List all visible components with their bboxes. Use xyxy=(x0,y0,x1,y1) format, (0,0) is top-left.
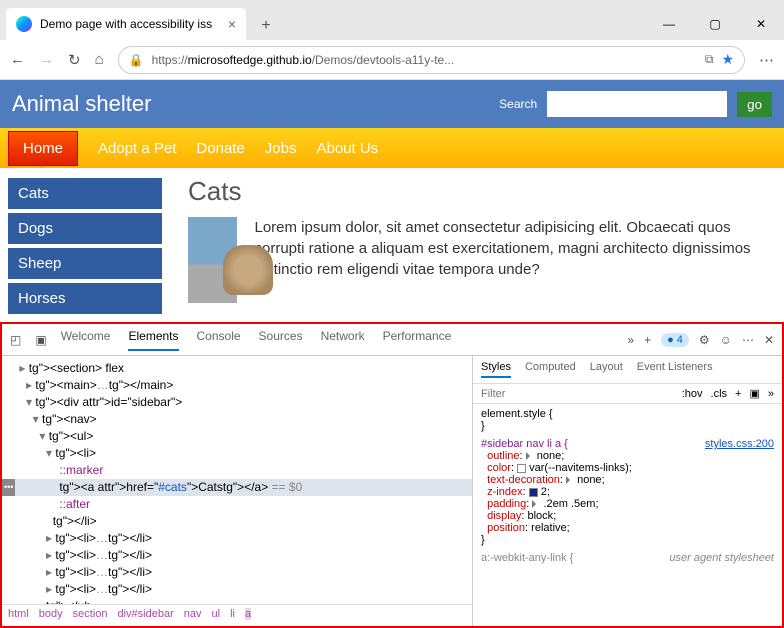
sidebar-item-cats[interactable]: Cats xyxy=(8,178,162,209)
styles-rules[interactable]: element.style {}#sidebar nav li a {style… xyxy=(473,404,782,626)
cat-image xyxy=(188,217,237,303)
maximize-button[interactable]: ▢ xyxy=(692,8,738,40)
sidebar-item-dogs[interactable]: Dogs xyxy=(8,213,162,244)
settings-icon[interactable]: ⚙ xyxy=(699,333,710,347)
new-tab-button[interactable]: + xyxy=(252,12,280,40)
crumb-ul[interactable]: ul xyxy=(212,608,221,620)
styles-tab-layout[interactable]: Layout xyxy=(590,361,623,378)
forward-button[interactable]: → xyxy=(39,51,54,68)
lock-icon: 🔒 xyxy=(129,53,144,67)
reader-icon[interactable]: ⧉ xyxy=(705,52,714,67)
new-panel-icon[interactable]: + xyxy=(644,333,651,347)
crumb-li[interactable]: li xyxy=(230,608,235,620)
feedback-icon[interactable]: ☺ xyxy=(720,333,732,347)
site-favicon xyxy=(16,16,32,32)
sidebar-item-sheep[interactable]: Sheep xyxy=(8,248,162,279)
computed-box-icon[interactable]: ▣ xyxy=(749,387,759,400)
search-label: Search xyxy=(499,97,537,111)
nav-about-us[interactable]: About Us xyxy=(316,140,378,157)
refresh-button[interactable]: ↻ xyxy=(68,51,81,69)
close-window-button[interactable]: ✕ xyxy=(738,8,784,40)
browser-tab[interactable]: Demo page with accessibility iss × xyxy=(6,8,246,40)
page-heading: Cats xyxy=(188,176,766,207)
crumb-a[interactable]: a xyxy=(245,608,251,620)
hov-toggle[interactable]: :hov xyxy=(682,388,703,400)
panel-tab-sources[interactable]: Sources xyxy=(259,329,303,351)
panel-tab-console[interactable]: Console xyxy=(197,329,241,351)
styles-filter-input[interactable] xyxy=(481,388,674,400)
home-button[interactable]: ⌂ xyxy=(95,51,104,68)
nav-home[interactable]: Home xyxy=(8,131,78,166)
close-tab-icon[interactable]: × xyxy=(228,16,236,32)
site-title: Animal shelter xyxy=(12,91,151,117)
cls-toggle[interactable]: .cls xyxy=(711,388,728,400)
menu-button[interactable]: ⋯ xyxy=(759,51,774,69)
crumb-div-sidebar[interactable]: div#sidebar xyxy=(118,608,174,620)
issues-badge[interactable]: ● 4 xyxy=(661,333,689,347)
nav-adopt-a-pet[interactable]: Adopt a Pet xyxy=(98,140,176,157)
crumb-body[interactable]: body xyxy=(39,608,63,620)
panel-tab-elements[interactable]: Elements xyxy=(128,329,178,351)
minimize-button[interactable]: — xyxy=(646,8,692,40)
new-style-icon[interactable]: + xyxy=(735,388,741,400)
inspect-icon[interactable]: ◰ xyxy=(10,333,21,347)
nav-jobs[interactable]: Jobs xyxy=(265,140,297,157)
tab-title: Demo page with accessibility iss xyxy=(40,17,220,31)
dom-tree[interactable]: ▸ tg"><section> flex ▸ tg"><main>…tg"></… xyxy=(2,356,472,604)
search-go-button[interactable]: go xyxy=(737,92,772,117)
url-text: https://microsoftedge.github.io/Demos/de… xyxy=(152,53,455,67)
favorite-icon[interactable]: ★ xyxy=(721,51,734,68)
article-body: Lorem ipsum dolor, sit amet consectetur … xyxy=(255,217,767,303)
crumb-section[interactable]: section xyxy=(73,608,108,620)
address-bar[interactable]: 🔒 https://microsoftedge.github.io/Demos/… xyxy=(118,46,745,74)
styles-tab-event-listeners[interactable]: Event Listeners xyxy=(637,361,713,378)
more-panels-icon[interactable]: » xyxy=(768,388,774,400)
sidebar-item-horses[interactable]: Horses xyxy=(8,283,162,314)
panel-tab-network[interactable]: Network xyxy=(321,329,365,351)
styles-tab-computed[interactable]: Computed xyxy=(525,361,576,378)
search-input[interactable] xyxy=(547,91,727,117)
close-devtools-icon[interactable]: ✕ xyxy=(764,333,774,347)
panel-tab-welcome[interactable]: Welcome xyxy=(61,329,111,351)
more-tabs-icon[interactable]: » xyxy=(627,333,634,347)
panel-tab-performance[interactable]: Performance xyxy=(383,329,452,351)
breadcrumb[interactable]: html body section div#sidebar navullia xyxy=(2,604,472,626)
back-button[interactable]: ← xyxy=(10,51,25,68)
crumb-html[interactable]: html xyxy=(8,608,29,620)
styles-tab-styles[interactable]: Styles xyxy=(481,361,511,378)
crumb-nav[interactable]: nav xyxy=(184,608,202,620)
nav-donate[interactable]: Donate xyxy=(196,140,244,157)
device-icon[interactable]: ▣ xyxy=(35,333,46,347)
more-icon[interactable]: ⋯ xyxy=(742,333,754,347)
